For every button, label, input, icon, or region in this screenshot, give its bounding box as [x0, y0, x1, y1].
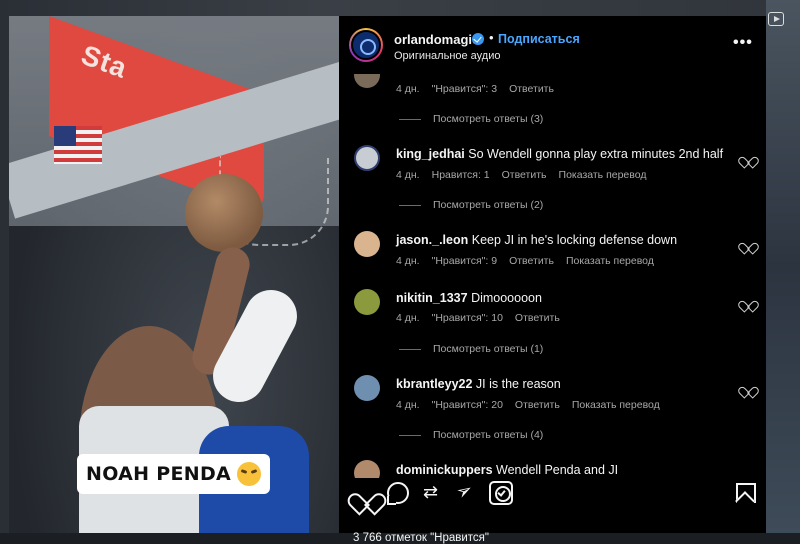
comment-text: Wendell Penda and JI: [496, 463, 619, 477]
verified-icon: [472, 33, 484, 45]
comment-translate[interactable]: Показать перевод: [559, 169, 647, 181]
comment-meta: 4 дн. "Нравится": 10 Ответить: [396, 312, 560, 324]
like-icon[interactable]: [354, 482, 376, 504]
comment-time: 4 дн.: [396, 399, 420, 411]
view-replies[interactable]: Посмотреть ответы (3): [399, 113, 543, 125]
comments-panel: orlandomagic • Подписаться Оригинальное …: [339, 16, 766, 544]
caption-text: NOAH PENDA: [86, 463, 232, 485]
profile-avatar[interactable]: [349, 28, 383, 62]
comment-likes[interactable]: Нравится: 1: [432, 169, 490, 181]
comment-body: jason._.leon Keep JI in he's locking def…: [396, 233, 677, 247]
repost-icon[interactable]: [421, 481, 443, 504]
view-replies-label[interactable]: Посмотреть ответы (1): [433, 343, 543, 355]
view-replies[interactable]: Посмотреть ответы (1): [399, 343, 543, 355]
comment-reply[interactable]: Ответить: [509, 83, 554, 95]
view-replies-label[interactable]: Посмотреть ответы (3): [433, 113, 543, 125]
post-header: orlandomagic • Подписаться Оригинальное …: [339, 16, 766, 74]
action-bar: 3 766 отметок "Нравится": [339, 478, 766, 544]
view-replies-label[interactable]: Посмотреть ответы (4): [433, 429, 543, 441]
comment-avatar[interactable]: [354, 145, 380, 171]
comment-time: 4 дн.: [396, 83, 420, 95]
comment-translate[interactable]: Показать перевод: [566, 255, 654, 267]
comment-username[interactable]: nikitin_1337: [396, 291, 468, 305]
comment-body: king_jedhai So Wendell gonna play extra …: [396, 147, 723, 161]
more-icon[interactable]: •••: [733, 34, 753, 52]
video-ball: [185, 174, 263, 252]
replies-line: [399, 348, 421, 350]
comment-likes[interactable]: "Нравится": 9: [432, 255, 497, 267]
comment-text: Dimoooooon: [471, 291, 542, 305]
replies-line: [399, 434, 421, 436]
comment-translate[interactable]: Показать перевод: [572, 399, 660, 411]
backdrop-right: [766, 0, 800, 533]
comment-avatar[interactable]: [354, 231, 380, 257]
bookmark-icon[interactable]: [736, 483, 756, 503]
comment-icon[interactable]: [387, 482, 409, 505]
comment-body: nikitin_1337 Dimoooooon: [396, 291, 542, 305]
comment-text: Keep JI in he's locking defense down: [471, 233, 678, 247]
comment-avatar[interactable]: [354, 74, 380, 88]
likes-count[interactable]: 3 766 отметок "Нравится": [353, 532, 489, 544]
reel-video[interactable]: Sta NOAH PENDA: [9, 16, 339, 533]
comment-like-icon[interactable]: [742, 152, 753, 163]
save-reel-icon[interactable]: [489, 481, 513, 505]
comment-username[interactable]: king_jedhai: [396, 147, 465, 161]
comment-meta: 4 дн. Нравится: 1 Ответить Показать пере…: [396, 169, 646, 181]
comment-like-icon[interactable]: [742, 382, 753, 393]
video-flag: [54, 126, 102, 164]
comment-likes[interactable]: "Нравится": 3: [432, 83, 497, 95]
comment-meta: 4 дн. "Нравится": 3 Ответить: [396, 83, 554, 95]
tired-face-emoji-icon: [237, 462, 262, 486]
comment-likes[interactable]: "Нравится": 20: [432, 399, 503, 411]
comment-meta: 4 дн. "Нравится": 20 Ответить Показать п…: [396, 399, 660, 411]
comment-avatar[interactable]: [354, 375, 380, 401]
comment-time: 4 дн.: [396, 312, 420, 324]
comment-time: 4 дн.: [396, 169, 420, 181]
view-replies-label[interactable]: Посмотреть ответы (2): [433, 199, 543, 211]
comment-likes[interactable]: "Нравится": 10: [432, 312, 503, 324]
follow-button[interactable]: Подписаться: [498, 32, 580, 46]
reels-icon[interactable]: [768, 12, 784, 26]
comment-body: kbrantleyy22 JI is the reason: [396, 377, 561, 391]
header-separator: •: [489, 30, 494, 45]
comment-avatar[interactable]: [354, 289, 380, 315]
replies-line: [399, 118, 421, 120]
comment-meta: 4 дн. "Нравится": 9 Ответить Показать пе…: [396, 255, 654, 267]
view-replies[interactable]: Посмотреть ответы (2): [399, 199, 543, 211]
comment-username[interactable]: jason._.leon: [396, 233, 468, 247]
comment-reply[interactable]: Ответить: [502, 169, 547, 181]
comment-username[interactable]: dominickuppers: [396, 463, 493, 477]
comment-text: JI is the reason: [475, 377, 561, 391]
comment-like-icon[interactable]: [742, 238, 753, 249]
comment-avatar[interactable]: [354, 460, 380, 478]
post-username[interactable]: orlandomagic: [394, 32, 479, 47]
comment-like-icon[interactable]: [742, 296, 753, 307]
comment-body: dominickuppers Wendell Penda and JI: [396, 463, 618, 477]
comment-reply[interactable]: Ответить: [509, 255, 554, 267]
comment-text: So Wendell gonna play extra minutes 2nd …: [468, 147, 724, 161]
view-replies[interactable]: Посмотреть ответы (4): [399, 429, 543, 441]
comment-list[interactable]: 4 дн. "Нравится": 3 Ответить Посмотреть …: [339, 74, 766, 478]
comment-reply[interactable]: Ответить: [515, 312, 560, 324]
comment-time: 4 дн.: [396, 255, 420, 267]
orlando-magic-logo-icon: [351, 30, 381, 60]
video-caption: NOAH PENDA: [77, 454, 271, 494]
share-icon[interactable]: [455, 482, 477, 504]
replies-line: [399, 204, 421, 206]
comment-username[interactable]: kbrantleyy22: [396, 377, 472, 391]
audio-label[interactable]: Оригинальное аудио: [394, 50, 501, 62]
comment-reply[interactable]: Ответить: [515, 399, 560, 411]
